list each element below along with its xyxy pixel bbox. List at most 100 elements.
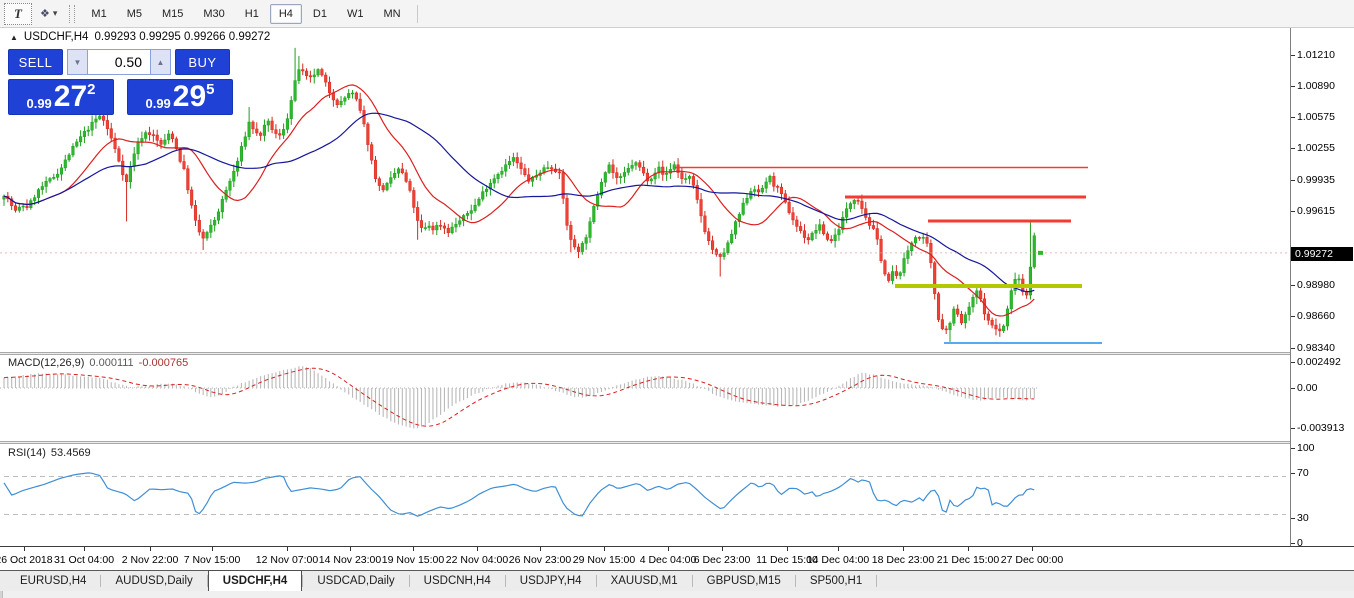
macd-axis-label: -0.003913 bbox=[1297, 422, 1344, 434]
macd-axis-label-tick bbox=[1291, 428, 1295, 429]
date-label: 12 Nov 07:00 bbox=[256, 554, 318, 566]
timeframe-button-m5[interactable]: M5 bbox=[118, 4, 151, 24]
price-axis-label-tick bbox=[1291, 86, 1295, 87]
buy-price-sup: 5 bbox=[206, 80, 214, 98]
timeframe-button-m30[interactable]: M30 bbox=[194, 4, 233, 24]
date-tick bbox=[212, 547, 213, 551]
toolbar-grip[interactable] bbox=[69, 5, 75, 23]
date-label: 6 Dec 23:00 bbox=[694, 554, 751, 566]
rsi-canvas[interactable] bbox=[0, 444, 1290, 546]
chevron-down-icon: ▾ bbox=[53, 8, 58, 19]
rsi-axis-label: 0 bbox=[1297, 537, 1303, 549]
timeframe-button-w1[interactable]: W1 bbox=[338, 4, 373, 24]
buy-price-button[interactable]: 0.99 29 5 bbox=[127, 79, 233, 115]
current-price-tag: 0.99272 bbox=[1291, 247, 1353, 261]
rsi-axis-label: 70 bbox=[1297, 467, 1309, 479]
date-tick bbox=[838, 547, 839, 551]
buy-price-prefix: 0.99 bbox=[145, 96, 170, 114]
indicator-icon: ❖ bbox=[40, 7, 50, 20]
tab-separator bbox=[876, 575, 877, 587]
chart-tab-gbpusd-m15[interactable]: GBPUSD,M15 bbox=[693, 571, 795, 591]
chart-collapse-icon[interactable]: ▲ bbox=[10, 33, 18, 42]
price-axis-label: 1.01210 bbox=[1297, 49, 1335, 61]
date-label: 2 Nov 22:00 bbox=[122, 554, 179, 566]
date-label: 4 Dec 04:00 bbox=[640, 554, 697, 566]
sell-price-sup: 2 bbox=[87, 80, 95, 98]
macd-axis-label-tick bbox=[1291, 388, 1295, 389]
one-click-trading-panel: SELL ▼ ▲ BUY 0.99 27 2 0.99 29 5 bbox=[8, 49, 234, 115]
chart-symbol-label: USDCHF,H4 bbox=[24, 31, 89, 43]
sell-price-prefix: 0.99 bbox=[26, 96, 51, 114]
macd-axis-label: 0.002492 bbox=[1297, 356, 1341, 368]
indicator-tool-button[interactable]: ❖ ▾ bbox=[36, 4, 61, 24]
volume-decrease-button[interactable]: ▼ bbox=[67, 49, 88, 75]
sell-price-big: 27 bbox=[54, 82, 87, 112]
macd-axis-label: 0.00 bbox=[1297, 382, 1317, 394]
date-tick bbox=[84, 547, 85, 551]
volume-increase-button[interactable]: ▲ bbox=[150, 49, 171, 75]
date-tick bbox=[1032, 547, 1033, 551]
date-tick bbox=[540, 547, 541, 551]
timeframe-button-mn[interactable]: MN bbox=[374, 4, 409, 24]
chart-tab-usdcad-daily[interactable]: USDCAD,Daily bbox=[303, 571, 408, 591]
date-label: 7 Nov 15:00 bbox=[184, 554, 241, 566]
date-label: 29 Nov 15:00 bbox=[573, 554, 635, 566]
price-axis-label: 0.98980 bbox=[1297, 279, 1335, 291]
date-label: 31 Oct 04:00 bbox=[54, 554, 114, 566]
sell-button[interactable]: SELL bbox=[8, 49, 63, 75]
price-axis-label-tick bbox=[1291, 316, 1295, 317]
date-tick bbox=[722, 547, 723, 551]
rsi-axis-label: 30 bbox=[1297, 512, 1309, 524]
volume-input[interactable] bbox=[88, 49, 150, 75]
date-label: 27 Dec 00:00 bbox=[1001, 554, 1063, 566]
date-tick bbox=[668, 547, 669, 551]
date-tick bbox=[150, 547, 151, 551]
chart-tab-audusd-daily[interactable]: AUDUSD,Daily bbox=[101, 571, 206, 591]
date-label: 26 Nov 23:00 bbox=[509, 554, 571, 566]
date-axis[interactable]: 26 Oct 201831 Oct 04:00 2 Nov 22:00 7 Nov … bbox=[0, 547, 1354, 570]
chart-tab-bar: EURUSD,H4AUDUSD,DailyUSDCHF,H4USDCAD,Dai… bbox=[0, 571, 1354, 591]
date-label: 22 Nov 04:00 bbox=[446, 554, 508, 566]
date-label: 26 Oct 2018 bbox=[0, 554, 53, 566]
chart-tab-xauusd-m1[interactable]: XAUUSD,M1 bbox=[597, 571, 692, 591]
chart-tab-usdjpy-h4[interactable]: USDJPY,H4 bbox=[506, 571, 596, 591]
date-label: 14 Dec 04:00 bbox=[807, 554, 869, 566]
date-label: 19 Nov 15:00 bbox=[382, 554, 444, 566]
date-tick bbox=[903, 547, 904, 551]
rsi-axis-label-tick bbox=[1291, 543, 1295, 544]
timeframe-button-m15[interactable]: M15 bbox=[153, 4, 192, 24]
timeframe-toolbar: M1M5M15M30H1H4D1W1MN bbox=[81, 4, 410, 24]
date-tick bbox=[787, 547, 788, 551]
chart-tab-sp500-h1[interactable]: SP500,H1 bbox=[796, 571, 876, 591]
sell-price-button[interactable]: 0.99 27 2 bbox=[8, 79, 114, 115]
timeframe-button-m1[interactable]: M1 bbox=[82, 4, 115, 24]
macd-axis-label-tick bbox=[1291, 362, 1295, 363]
price-axis-label: 0.98340 bbox=[1297, 342, 1335, 354]
chart-tab-eurusd-h4[interactable]: EURUSD,H4 bbox=[6, 571, 100, 591]
date-tick bbox=[968, 547, 969, 551]
date-tick bbox=[350, 547, 351, 551]
rsi-axis-label-tick bbox=[1291, 473, 1295, 474]
buy-button[interactable]: BUY bbox=[175, 49, 230, 75]
chart-tab-usdchf-h4[interactable]: USDCHF,H4 bbox=[208, 570, 303, 591]
price-axis-label-tick bbox=[1291, 148, 1295, 149]
timeframe-button-d1[interactable]: D1 bbox=[304, 4, 336, 24]
chart-ohlc-values: 0.99293 0.99295 0.99266 0.99272 bbox=[94, 31, 270, 43]
chart-tab-usdcnh-h4[interactable]: USDCNH,H4 bbox=[410, 571, 505, 591]
date-tick bbox=[477, 547, 478, 551]
buy-price-big: 29 bbox=[173, 82, 206, 112]
text-tool-icon[interactable]: T bbox=[4, 3, 32, 25]
toolbar-separator bbox=[417, 5, 418, 23]
price-axis-label: 1.00890 bbox=[1297, 80, 1335, 92]
date-label: 21 Dec 15:00 bbox=[937, 554, 999, 566]
rsi-axis-label-tick bbox=[1291, 448, 1295, 449]
timeframe-button-h1[interactable]: H1 bbox=[236, 4, 268, 24]
price-axis-label-tick bbox=[1291, 211, 1295, 212]
price-axis-label-tick bbox=[1291, 117, 1295, 118]
date-tick bbox=[604, 547, 605, 551]
price-axis-label: 1.00575 bbox=[1297, 111, 1335, 123]
macd-canvas[interactable] bbox=[0, 355, 1290, 441]
price-axis-label: 0.99615 bbox=[1297, 205, 1335, 217]
timeframe-button-h4[interactable]: H4 bbox=[270, 4, 302, 24]
price-axis-label: 0.99935 bbox=[1297, 174, 1335, 186]
